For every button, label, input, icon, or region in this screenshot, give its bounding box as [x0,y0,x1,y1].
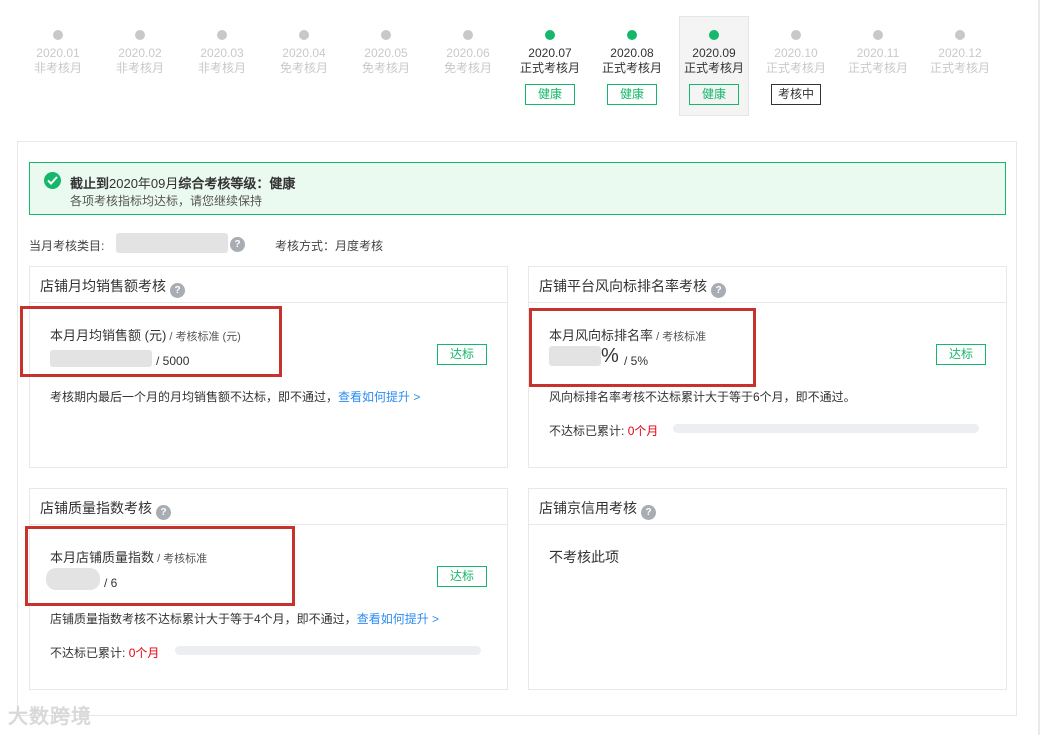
month-status-badge: 健康 [525,84,575,105]
timeline-month[interactable]: 2020.04 免考核月 [269,16,339,116]
timeline-month[interactable]: 2020.07 正式考核月健康 [515,16,585,116]
timeline-month[interactable]: 2020.12 正式考核月 [925,16,995,116]
assessment-timeline: 2020.01 非考核月 2020.02 非考核月 2020.03 非考核月 2020.04… [18,16,1018,116]
timeline-month[interactable]: 2020.03 非考核月 [187,16,257,116]
metric-description: 风向标排名率考核不达标累计大于等于6个月，即不通过。 [549,390,856,404]
status-tag: 达标 [437,344,487,365]
highlight-box-sales [20,306,282,377]
help-icon[interactable]: ? [641,505,656,520]
month-type: 免考核月 [361,61,410,75]
help-icon[interactable]: ? [230,237,245,252]
status-tag: 达标 [936,344,986,365]
help-icon[interactable]: ? [170,283,185,298]
card-title: 店铺平台风向标排名率考核? [529,267,1006,303]
month-type: 正式考核月 [765,61,826,75]
timeline-month[interactable]: 2020.01 非考核月 [23,16,93,116]
month-type: 非考核月 [33,61,82,75]
check-circle-icon [44,172,61,189]
status-dot-icon [545,30,555,40]
card-title: 店铺质量指数考核? [30,489,507,525]
status-dot-icon [135,30,145,40]
alert-title: 截止到2020年09月综合考核等级：健康 [70,176,296,191]
timeline-month[interactable]: 2020.09 正式考核月健康 [679,16,749,116]
status-alert: 截止到2020年09月综合考核等级：健康 各项考核指标均达标，请您继续保持 [29,162,1006,215]
metric-description: 考核期内最后一个月的月均销售额不达标，即不通过，查看如何提升 > [50,390,421,404]
card-title: 店铺月均销售额考核? [30,267,507,303]
month-date: 2020.03 [200,46,244,60]
month-type: 非考核月 [197,61,246,75]
fail-progress-bar [175,646,481,655]
month-date: 2020.08 [610,46,654,60]
fail-count: 不达标已累计: 0个月 [50,646,160,660]
status-dot-icon [217,30,227,40]
status-dot-icon [299,30,309,40]
month-status-badge: 考核中 [771,84,821,105]
help-icon[interactable]: ? [156,505,171,520]
improve-link[interactable]: 查看如何提升 > [357,612,439,626]
fail-count: 不达标已累计: 0个月 [549,424,659,438]
card-credit: 店铺京信用考核? 不考核此项 [528,488,1007,690]
status-dot-icon [463,30,473,40]
alert-subtitle: 各项考核指标均达标，请您继续保持 [70,194,263,208]
status-dot-icon [873,30,883,40]
month-status-badge: 健康 [689,84,739,105]
month-type: 免考核月 [443,61,492,75]
month-date: 2020.10 [774,46,818,60]
month-date: 2020.05 [364,46,408,60]
assessment-method: 考核方式：月度考核 [275,239,384,253]
month-type: 正式考核月 [519,61,580,75]
month-date: 2020.06 [446,46,490,60]
month-date: 2020.04 [282,46,326,60]
month-type: 非考核月 [115,61,164,75]
help-icon[interactable]: ? [711,283,726,298]
timeline-month[interactable]: 2020.06 免考核月 [433,16,503,116]
month-type: 正式考核月 [601,61,662,75]
month-status-badge: 健康 [607,84,657,105]
timeline-month[interactable]: 2020.08 正式考核月健康 [597,16,667,116]
card-title: 店铺京信用考核? [529,489,1006,525]
status-dot-icon [955,30,965,40]
metric-description: 店铺质量指数考核不达标累计大于等于4个月，即不通过，查看如何提升 > [50,612,440,626]
month-type: 正式考核月 [847,61,908,75]
status-dot-icon [381,30,391,40]
highlight-box-rank [529,308,756,387]
timeline-month[interactable]: 2020.05 免考核月 [351,16,421,116]
status-dot-icon [709,30,719,40]
month-type: 正式考核月 [929,61,990,75]
month-type: 正式考核月 [683,61,744,75]
status-dot-icon [791,30,801,40]
month-date: 2020.12 [938,46,982,60]
month-date: 2020.02 [118,46,162,60]
highlight-box-quality [25,526,295,606]
month-date: 2020.09 [692,46,736,60]
month-date: 2020.01 [36,46,80,60]
month-date: 2020.07 [528,46,572,60]
assessment-panel: 截止到2020年09月综合考核等级：健康 各项考核指标均达标，请您继续保持 当月… [17,141,1017,716]
status-dot-icon [53,30,63,40]
improve-link[interactable]: 查看如何提升 > [338,390,420,404]
category-value-blurred [116,233,228,253]
status-dot-icon [627,30,637,40]
timeline-month[interactable]: 2020.10 正式考核月考核中 [761,16,831,116]
month-type: 免考核月 [279,61,328,75]
category-label: 当月考核类目: [29,239,105,253]
status-tag: 达标 [437,566,487,587]
timeline-month[interactable]: 2020.11 正式考核月 [843,16,913,116]
watermark-logo: 大数跨境 [8,706,92,728]
month-date: 2020.11 [856,46,900,60]
fail-progress-bar [673,424,979,433]
not-assessed-text: 不考核此项 [549,549,619,565]
timeline-month[interactable]: 2020.02 非考核月 [105,16,175,116]
